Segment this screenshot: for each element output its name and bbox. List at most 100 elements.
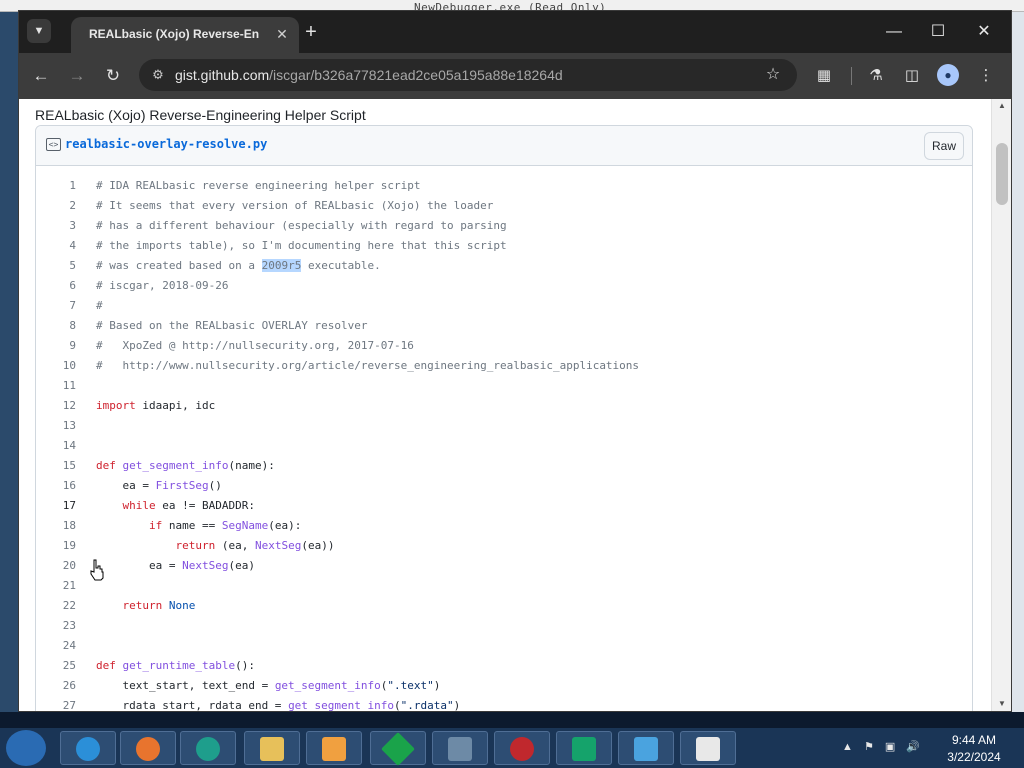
code-text: # XpoZed @ http://nullsecurity.org, 2017… xyxy=(96,339,414,352)
line-number[interactable]: 6 xyxy=(36,276,76,296)
plus-icon[interactable]: + xyxy=(299,21,323,45)
code-text: # the imports table), so I'm documenting… xyxy=(96,239,507,252)
scroll-down-icon[interactable]: ▼ xyxy=(996,699,1008,709)
browser-window: ▼ REALbasic (Xojo) Reverse-Engi ✕ + — ☐ … xyxy=(18,10,1012,712)
network-app-icon[interactable] xyxy=(432,731,488,765)
arrow-left-icon[interactable]: ← xyxy=(29,65,53,87)
line-number[interactable]: 20 xyxy=(36,556,76,576)
line-number[interactable]: 19 xyxy=(36,536,76,556)
raw-button[interactable]: Raw xyxy=(924,132,964,160)
code-line: 22 return None xyxy=(36,596,972,616)
close-window-button[interactable]: ✕ xyxy=(969,21,999,43)
line-number[interactable]: 1 xyxy=(36,176,76,196)
browser-icon[interactable] xyxy=(180,731,236,765)
tab-title: REALbasic (Xojo) Reverse-Engi xyxy=(89,27,259,41)
volume-icon[interactable]: 🔊 xyxy=(906,741,920,753)
code-text: # xyxy=(96,299,103,312)
file-name-link[interactable]: realbasic-overlay-resolve.py xyxy=(65,137,267,151)
line-number[interactable]: 17 xyxy=(36,496,76,516)
page-content: REALbasic (Xojo) Reverse-Engineering Hel… xyxy=(19,99,1011,712)
background-window-left-edge xyxy=(0,12,20,712)
address-bar[interactable]: ⚙ gist.github.com/iscgar/b326a77821ead2c… xyxy=(139,59,797,91)
internet-explorer-icon[interactable] xyxy=(60,731,116,765)
file-explorer-icon[interactable] xyxy=(244,731,300,765)
reload-icon[interactable]: ↻ xyxy=(101,65,125,87)
tab-search-button[interactable]: ▼ xyxy=(27,19,51,43)
line-number[interactable]: 4 xyxy=(36,236,76,256)
line-number[interactable]: 12 xyxy=(36,396,76,416)
network-icon[interactable]: ▣ xyxy=(885,741,895,753)
line-number[interactable]: 27 xyxy=(36,696,76,711)
gist-description: REALbasic (Xojo) Reverse-Engineering Hel… xyxy=(35,107,366,123)
minimize-button[interactable]: — xyxy=(879,21,909,43)
side-panel-icon[interactable]: ◫ xyxy=(901,65,923,87)
line-number[interactable]: 2 xyxy=(36,196,76,216)
code-line: 6 # iscgar, 2018-09-26 xyxy=(36,276,972,296)
code-line: 16 ea = FirstSeg() xyxy=(36,476,972,496)
line-number[interactable]: 9 xyxy=(36,336,76,356)
flask-icon[interactable]: ⚗ xyxy=(865,65,887,87)
line-number[interactable]: 18 xyxy=(36,516,76,536)
puzzle-icon[interactable]: ▦ xyxy=(813,65,835,87)
code-line: 17 while ea != BADADDR: xyxy=(36,496,972,516)
toolbar-separator xyxy=(851,67,852,85)
notepad-icon[interactable] xyxy=(680,731,736,765)
code-file-icon: <> xyxy=(46,138,61,151)
clock-date[interactable]: 3/22/2024 xyxy=(942,750,1006,764)
avatar-icon[interactable]: ● xyxy=(937,64,959,86)
line-number[interactable]: 23 xyxy=(36,616,76,636)
star-icon[interactable]: ☆ xyxy=(763,65,783,85)
firefox-icon[interactable] xyxy=(120,731,176,765)
chevron-up-icon[interactable]: ▲ xyxy=(842,741,853,753)
maximize-button[interactable]: ☐ xyxy=(923,21,953,43)
active-tab[interactable]: REALbasic (Xojo) Reverse-Engi ✕ xyxy=(71,17,299,53)
line-number[interactable]: 3 xyxy=(36,216,76,236)
gist-file: <> realbasic-overlay-resolve.py Raw 1 # I… xyxy=(35,125,973,712)
url-host: gist.github.com xyxy=(175,67,270,83)
line-number[interactable]: 8 xyxy=(36,316,76,336)
code-text: # iscgar, 2018-09-26 xyxy=(96,279,229,292)
code-text: # was created based on a 2009r5 executab… xyxy=(96,259,381,272)
control-panel-icon[interactable] xyxy=(618,731,674,765)
code-text: # http://www.nullsecurity.org/article/re… xyxy=(96,359,640,372)
flag-icon[interactable]: ⚑ xyxy=(864,741,874,753)
code-line: 15 def get_segment_info(name): xyxy=(36,456,972,476)
code-text: ea = FirstSeg() xyxy=(96,479,222,492)
line-number[interactable]: 10 xyxy=(36,356,76,376)
line-number[interactable]: 22 xyxy=(36,596,76,616)
line-number[interactable]: 24 xyxy=(36,636,76,656)
scroll-up-icon[interactable]: ▲ xyxy=(996,101,1008,111)
arrow-right-icon[interactable]: → xyxy=(65,65,89,87)
code-line: 18 if name == SegName(ea): xyxy=(36,516,972,536)
kebab-menu-icon[interactable]: ⋮ xyxy=(975,65,997,87)
code-text: def get_segment_info(name): xyxy=(96,459,275,472)
debugger-app-icon[interactable] xyxy=(556,731,612,765)
line-number[interactable]: 25 xyxy=(36,656,76,676)
clock-time[interactable]: 9:44 AM xyxy=(942,733,1006,747)
line-number[interactable]: 26 xyxy=(36,676,76,696)
scroll-thumb[interactable] xyxy=(996,143,1008,205)
code-line: 9 # XpoZed @ http://nullsecurity.org, 201… xyxy=(36,336,972,356)
code-text: # IDA REALbasic reverse engineering help… xyxy=(96,179,421,192)
close-icon[interactable]: ✕ xyxy=(273,25,291,43)
windows-start-icon[interactable] xyxy=(6,730,46,766)
code-listing: 1 # IDA REALbasic reverse engineering hel… xyxy=(36,176,972,712)
line-number[interactable]: 13 xyxy=(36,416,76,436)
line-number[interactable]: 21 xyxy=(36,576,76,596)
green-diamond-app-icon[interactable] xyxy=(370,731,426,766)
code-text: rdata_start, rdata_end = get_segment_inf… xyxy=(96,699,461,712)
line-number[interactable]: 14 xyxy=(36,436,76,456)
chili-app-icon[interactable] xyxy=(494,731,550,765)
line-number[interactable]: 5 xyxy=(36,256,76,276)
hand-cursor-icon xyxy=(90,559,104,581)
line-number[interactable]: 7 xyxy=(36,296,76,316)
page-scrollbar[interactable]: ▲ ▼ xyxy=(991,99,1011,711)
line-number[interactable]: 11 xyxy=(36,376,76,396)
tune-icon[interactable]: ⚙ xyxy=(149,66,167,84)
media-player-icon[interactable] xyxy=(306,731,362,765)
code-line: 20 ea = NextSeg(ea) xyxy=(36,556,972,576)
code-line: 10 # http://www.nullsecurity.org/article/… xyxy=(36,356,972,376)
line-number[interactable]: 15 xyxy=(36,456,76,476)
url-text[interactable]: gist.github.com/iscgar/b326a77821ead2ce0… xyxy=(175,67,563,83)
line-number[interactable]: 16 xyxy=(36,476,76,496)
